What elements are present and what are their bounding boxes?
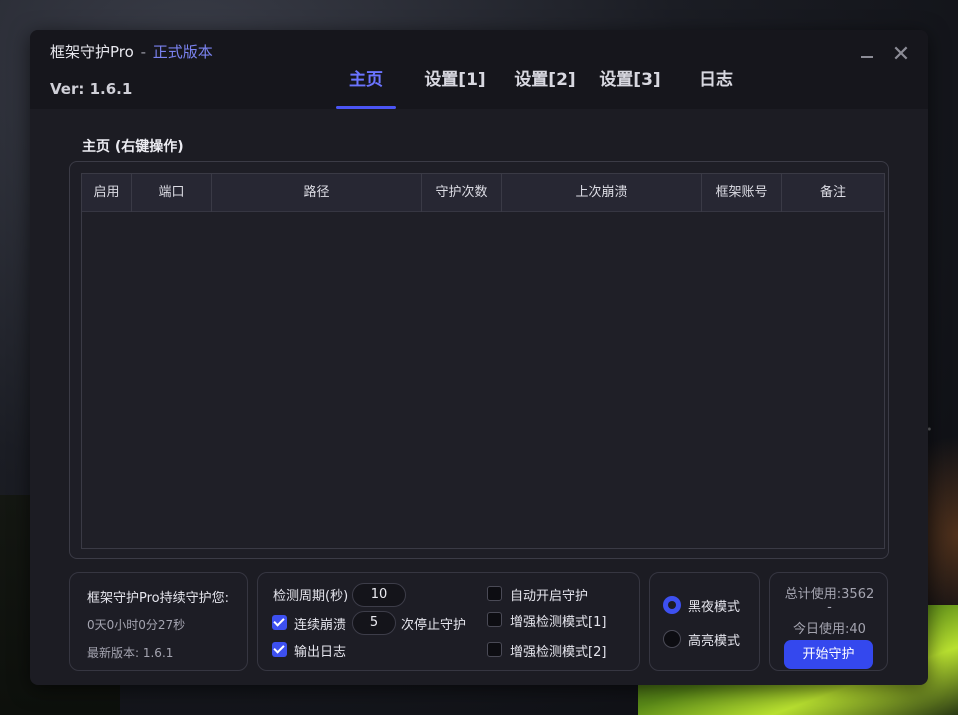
tab-home[interactable]: 主页 (336, 68, 396, 109)
today-usage: 今日使用:40 (793, 622, 866, 637)
title-separator: - (140, 43, 146, 61)
minimize-icon[interactable] (856, 44, 878, 66)
light-mode-label: 高亮模式 (688, 634, 741, 649)
status-panel: 框架守护Pro持续守护您: 0天0小时0分27秒 最新版本: 1.6.1 (69, 572, 248, 671)
dark-mode-radio[interactable] (663, 596, 681, 614)
app-name: 框架守护Pro (50, 43, 134, 61)
column-header-last-crash[interactable]: 上次崩溃 (502, 174, 702, 212)
table-header: 启用 端口 路径 守护次数 上次崩溃 框架账号 备注 (82, 174, 884, 212)
status-message: 框架守护Pro持续守护您: (87, 591, 230, 606)
crash-limit-suffix: 次停止守护 (401, 618, 467, 633)
output-log-checkbox[interactable] (272, 642, 287, 657)
enhanced-mode-1-checkbox[interactable] (487, 612, 502, 627)
light-mode-radio[interactable] (663, 630, 681, 648)
column-header-note[interactable]: 备注 (782, 174, 884, 212)
column-header-path[interactable]: 路径 (212, 174, 422, 212)
start-guard-button[interactable]: 开始守护 (784, 640, 873, 669)
title-bar[interactable]: 框架守护Pro - 正式版本 Ver: 1.6.1 主页 设置[1] 设置[2]… (30, 30, 928, 109)
latest-version-text: 最新版本: 1.6.1 (87, 646, 174, 660)
version-label: Ver: 1.6.1 (50, 80, 132, 98)
enhanced-mode-2-checkbox[interactable] (487, 642, 502, 657)
close-icon[interactable]: ✕ (890, 44, 912, 66)
version-prefix: Ver: (50, 80, 85, 98)
column-header-guard-count[interactable]: 守护次数 (422, 174, 502, 212)
app-window: 框架守护Pro - 正式版本 Ver: 1.6.1 主页 设置[1] 设置[2]… (30, 30, 928, 685)
crash-limit-checkbox[interactable] (272, 615, 287, 630)
column-header-enabled[interactable]: 启用 (82, 174, 132, 212)
crash-limit-input[interactable]: 5 (352, 611, 396, 635)
usage-panel: 总计使用:3562 - 今日使用:40 开始守护 (769, 572, 888, 671)
table-body[interactable] (82, 213, 884, 548)
column-header-port[interactable]: 端口 (132, 174, 212, 212)
enhanced-mode-2-label: 增强检测模式[2] (510, 645, 607, 660)
tab-settings-1[interactable]: 设置[1] (418, 68, 492, 109)
column-header-account[interactable]: 框架账号 (702, 174, 782, 212)
crash-limit-label: 连续崩溃 (294, 618, 347, 633)
tab-log[interactable]: 日志 (690, 68, 742, 109)
settings-panel: 检测周期(秒) 10 连续崩溃 5 次停止守护 输出日志 自动开启守护 增强检测… (257, 572, 640, 671)
auto-start-checkbox[interactable] (487, 586, 502, 601)
usage-separator: - (827, 600, 832, 615)
section-title: 主页 (右键操作) (82, 139, 184, 155)
dark-mode-label: 黑夜模式 (688, 600, 741, 615)
app-edition: 正式版本 (152, 43, 213, 61)
uptime-text: 0天0小时0分27秒 (87, 618, 186, 632)
output-log-label: 输出日志 (294, 645, 347, 660)
tab-settings-3[interactable]: 设置[3] (593, 68, 667, 109)
auto-start-label: 自动开启守护 (510, 589, 589, 604)
table-card: 启用 端口 路径 守护次数 上次崩溃 框架账号 备注 (69, 161, 889, 559)
interval-input[interactable]: 10 (352, 583, 406, 607)
theme-panel: 黑夜模式 高亮模式 (649, 572, 760, 671)
app-title: 框架守护Pro - 正式版本 (50, 41, 213, 62)
enhanced-mode-1-label: 增强检测模式[1] (510, 615, 607, 630)
version-number: 1.6.1 (89, 80, 133, 98)
tab-settings-2[interactable]: 设置[2] (508, 68, 582, 109)
interval-label: 检测周期(秒) (273, 589, 349, 604)
guard-table[interactable]: 启用 端口 路径 守护次数 上次崩溃 框架账号 备注 (81, 173, 885, 549)
